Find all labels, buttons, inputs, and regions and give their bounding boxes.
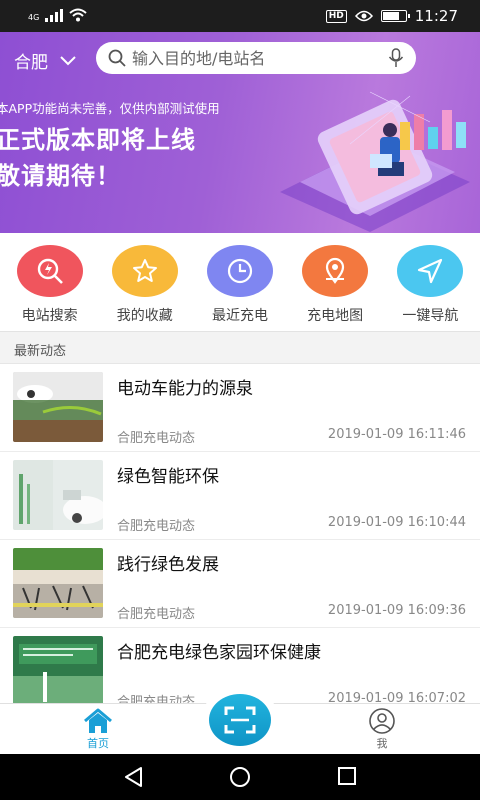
quick-action-charging-map[interactable]: 充电地图 bbox=[289, 233, 381, 331]
back-icon[interactable] bbox=[123, 766, 145, 788]
scan-button[interactable] bbox=[201, 687, 279, 753]
news-source: 合肥充电动态 bbox=[117, 607, 196, 622]
city-label: 合肥 bbox=[14, 53, 48, 73]
banner-headline: 正式版本即将上线 bbox=[0, 126, 196, 154]
scan-button-face bbox=[209, 694, 271, 746]
home-circle-icon[interactable] bbox=[229, 766, 251, 788]
news-time: 2019-01-09 16:11:46 bbox=[327, 427, 466, 442]
news-source: 合肥充电动态 bbox=[117, 431, 196, 446]
navigation-arrow-icon bbox=[397, 245, 464, 297]
news-item[interactable]: 电动车能力的源泉 合肥充电动态 2019-01-09 16:11:46 bbox=[0, 364, 480, 452]
news-title: 合肥充电绿色家园环保健康 bbox=[117, 643, 321, 663]
status-bar: 4G HD 11:27 bbox=[0, 0, 480, 32]
user-icon bbox=[369, 708, 395, 734]
news-time: 2019-01-09 16:10:44 bbox=[327, 515, 466, 530]
quick-action-label: 一键导航 bbox=[402, 308, 459, 324]
banner-subheadline: 敬请期待！ bbox=[0, 162, 121, 190]
search-bar[interactable] bbox=[96, 42, 416, 74]
network-type: 4G bbox=[28, 13, 40, 22]
scan-icon bbox=[224, 706, 256, 734]
news-thumbnail bbox=[13, 636, 103, 706]
city-selector[interactable]: 合肥 bbox=[14, 48, 76, 73]
news-item[interactable]: 践行绿色发展 合肥充电动态 2019-01-09 16:09:36 bbox=[0, 540, 480, 628]
quick-action-station-search[interactable]: 电站搜索 bbox=[4, 233, 96, 331]
news-time: 2019-01-09 16:09:36 bbox=[327, 603, 466, 618]
quick-action-label: 充电地图 bbox=[307, 308, 364, 324]
eye-icon bbox=[354, 10, 373, 22]
quick-action-navigation[interactable]: 一键导航 bbox=[384, 233, 476, 331]
chevron-down-icon bbox=[60, 55, 76, 65]
tab-home-label: 首页 bbox=[87, 737, 109, 750]
signal-icon bbox=[45, 8, 64, 22]
news-item[interactable]: 绿色智能环保 合肥充电动态 2019-01-09 16:10:44 bbox=[0, 452, 480, 540]
tab-me-label: 我 bbox=[376, 737, 388, 750]
news-title: 电动车能力的源泉 bbox=[117, 379, 253, 399]
battery-icon bbox=[380, 10, 410, 22]
news-source: 合肥充电动态 bbox=[117, 519, 196, 534]
news-thumbnail bbox=[13, 372, 103, 442]
news-title: 绿色智能环保 bbox=[117, 467, 219, 487]
hd-icon: HD bbox=[325, 9, 347, 23]
clock-time: 11:27 bbox=[414, 7, 458, 25]
news-thumbnail bbox=[13, 548, 103, 618]
quick-action-label: 我的收藏 bbox=[116, 308, 173, 324]
system-nav-bar bbox=[0, 754, 480, 800]
search-input[interactable] bbox=[132, 48, 388, 68]
quick-action-label: 电站搜索 bbox=[21, 308, 78, 324]
quick-action-favorites[interactable]: 我的收藏 bbox=[99, 233, 191, 331]
news-thumbnail bbox=[13, 460, 103, 530]
recents-icon[interactable] bbox=[337, 766, 357, 786]
quick-action-recent-charging[interactable]: 最近充电 bbox=[194, 233, 286, 331]
map-pin-icon bbox=[302, 245, 369, 297]
wifi-icon bbox=[69, 8, 87, 22]
quick-action-label: 最近充电 bbox=[211, 308, 268, 324]
banner-notice: 本APP功能尚未完善，仅供内部测试使用 bbox=[0, 101, 220, 116]
clock-icon bbox=[206, 245, 273, 297]
quick-actions: 电站搜索 我的收藏 最近充电 充电地图 一键导航 bbox=[0, 233, 480, 331]
home-icon bbox=[84, 708, 112, 733]
news-title: 践行绿色发展 bbox=[117, 555, 219, 575]
tab-home[interactable]: 首页 bbox=[68, 708, 128, 751]
station-search-icon bbox=[16, 245, 83, 297]
star-icon bbox=[111, 245, 178, 297]
banner-illustration bbox=[280, 91, 470, 232]
section-latest-news-header: 最新动态 bbox=[0, 331, 480, 364]
microphone-icon[interactable] bbox=[388, 48, 404, 68]
tab-me[interactable]: 我 bbox=[352, 708, 412, 751]
news-list: 电动车能力的源泉 合肥充电动态 2019-01-09 16:11:46 绿色智能… bbox=[0, 364, 480, 716]
search-icon bbox=[108, 49, 126, 67]
banner[interactable]: 合肥 本APP功能尚未完善，仅供内部测试使用 正式版本即将上线 敬请期待！ bbox=[0, 32, 480, 233]
